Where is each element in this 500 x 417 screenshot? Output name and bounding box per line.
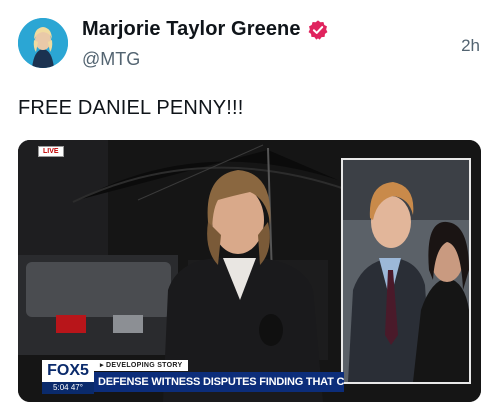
news-headline: DEFENSE WITNESS DISPUTES FINDING THAT CH… [98,376,344,388]
verified-badge-icon [308,19,328,40]
post-text: FREE DANIEL PENNY!!! [18,97,244,119]
headline-bar: DEFENSE WITNESS DISPUTES FINDING THAT CH… [94,372,344,392]
author-handle[interactable]: @MTG [82,49,140,70]
news-lower-third: FOX5 5:04 47° ▸ DEVELOPING STORY DEFENSE… [18,352,481,402]
broadcast-clock: 5:04 47° [42,382,94,394]
inset-photo [341,158,471,384]
author-name-row[interactable]: Marjorie Taylor Greene [82,18,329,41]
post-video-thumbnail[interactable]: LIVE FOX5 5:04 47° ▸ DEVELOPING STORY DE… [18,140,481,402]
post-timestamp[interactable]: 2h [461,36,480,56]
developing-story-tag: ▸ DEVELOPING STORY [94,360,189,371]
avatar-image [18,18,68,68]
live-badge: LIVE [38,146,64,157]
inset-photo-scene [343,160,469,382]
avatar[interactable] [18,18,68,68]
channel-logo-text: FOX5 [47,362,89,379]
author-name[interactable]: Marjorie Taylor Greene [82,18,301,41]
channel-logo: FOX5 5:04 47° [42,360,94,394]
